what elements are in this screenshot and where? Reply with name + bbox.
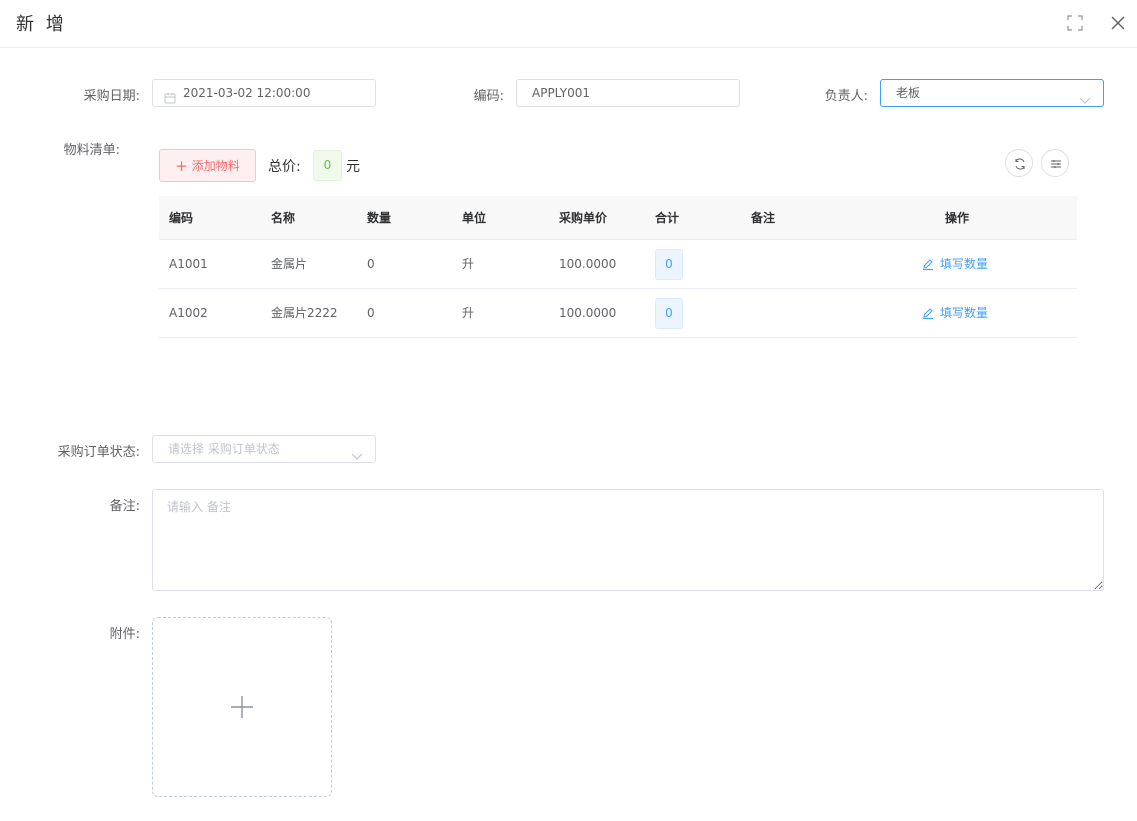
column-header-price: 采购单价 [559,211,608,225]
chevron-down-icon [351,444,363,470]
fill-quantity-link[interactable]: 填写数量 [922,240,988,288]
cell-unit: 升 [462,306,475,320]
plus-icon: + [175,157,188,175]
fill-quantity-link[interactable]: 填写数量 [922,289,988,337]
remark-label: 备注: [109,499,140,514]
calendar-icon [164,87,176,113]
cell-total-tag: 0 [655,249,683,280]
cell-name: 金属片2222 [271,306,338,320]
column-header-unit: 单位 [462,211,487,225]
column-header-name: 名称 [271,211,296,225]
total-price-unit: 元 [346,159,360,175]
owner-value: 老板 [896,86,921,100]
chevron-down-icon [1079,88,1091,114]
table-row: A1001 金属片 0 升 100.0000 0 填写数量 [159,240,1077,289]
edit-icon [923,308,933,319]
column-header-action: 操作 [945,211,970,225]
column-header-total: 合计 [655,211,680,225]
fill-quantity-label: 填写数量 [940,257,989,271]
materials-table: 编码 名称 数量 单位 采购单价 合计 备注 操作 A1001 金属片 0 升 … [159,196,1077,338]
order-status-label: 采购订单状态: [57,445,140,460]
cell-name: 金属片 [271,257,308,271]
purchase-date-label: 采购日期: [83,89,140,104]
total-price-tag: 0 [313,150,342,181]
fullscreen-icon[interactable] [1066,14,1084,32]
owner-select[interactable]: 老板 [880,79,1104,107]
cell-unit: 升 [462,257,475,271]
refresh-button[interactable] [1005,149,1033,177]
cell-code: A1001 [169,257,208,271]
cell-qty: 0 [367,257,375,271]
cell-qty: 0 [367,306,375,320]
add-material-button[interactable]: + 添加物料 [159,149,256,182]
column-settings-icon [1051,160,1061,168]
column-settings-button[interactable] [1041,149,1069,177]
refresh-icon [1015,158,1025,170]
attachment-upload[interactable] [152,617,332,797]
order-status-select[interactable]: 请选择 采购订单状态 [152,435,376,463]
code-input[interactable]: APPLY001 [516,79,740,107]
add-material-label: 添加物料 [191,159,240,173]
remark-textarea[interactable] [152,489,1104,591]
edit-icon [923,259,933,270]
code-label: 编码: [473,89,504,104]
code-value: APPLY001 [532,86,591,100]
owner-label: 负责人: [824,89,868,104]
attachment-label: 附件: [109,627,140,642]
cell-code: A1002 [169,306,208,320]
fill-quantity-label: 填写数量 [940,306,989,320]
column-header-code: 编码 [169,211,194,225]
table-header: 编码 名称 数量 单位 采购单价 合计 备注 操作 [159,196,1077,240]
cell-price: 100.0000 [559,306,617,320]
cell-total-tag: 0 [655,298,683,329]
column-header-qty: 数量 [367,211,392,225]
total-price-label: 总价: [268,159,301,175]
column-header-remark: 备注 [751,211,776,225]
dialog-title: 新 增 [16,14,67,35]
purchase-date-value: 2021-03-02 12:00:00 [183,86,311,100]
dialog-header: 新 增 [0,0,1137,48]
close-icon[interactable] [1109,14,1127,32]
purchase-date-picker[interactable]: 2021-03-02 12:00:00 [152,79,376,107]
table-row: A1002 金属片2222 0 升 100.0000 0 填写数量 [159,289,1077,338]
order-status-placeholder: 请选择 采购订单状态 [168,442,280,456]
cell-price: 100.0000 [559,257,617,271]
plus-icon [231,696,253,718]
materials-label: 物料清单: [63,143,120,158]
